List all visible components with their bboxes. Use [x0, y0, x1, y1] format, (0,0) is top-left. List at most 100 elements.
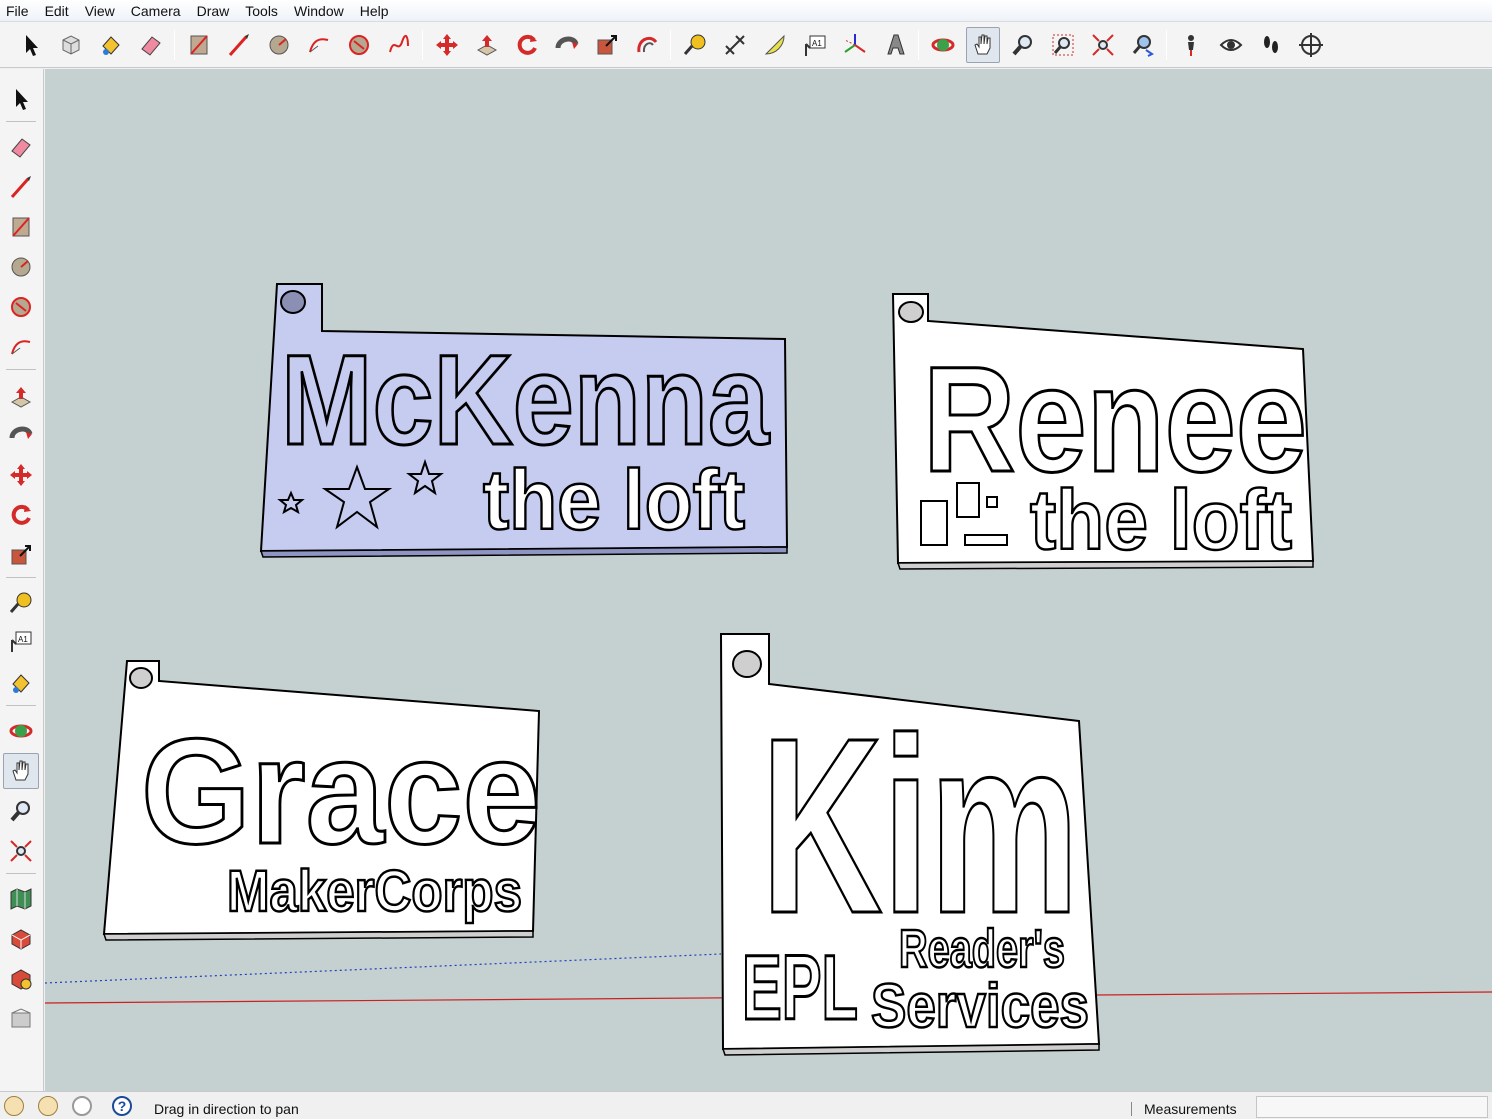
extension-warehouse-icon	[11, 1008, 31, 1028]
modeling-viewport[interactable]: McKenna the loft Renee the loft Grace Ma…	[45, 69, 1492, 1091]
tape-measure-icon	[9, 592, 32, 613]
zoom-button-left[interactable]	[3, 793, 39, 829]
text-button[interactable]: A1	[798, 27, 832, 63]
orbit-button-left[interactable]	[3, 713, 39, 749]
zoom-button[interactable]	[1006, 27, 1040, 63]
toolbar-separator	[1166, 30, 1167, 60]
axes-button[interactable]	[838, 27, 872, 63]
tape-measure-button[interactable]	[678, 27, 712, 63]
walk-button[interactable]	[1254, 27, 1288, 63]
rectangle-icon	[12, 217, 30, 237]
scale-icon	[11, 545, 31, 565]
polygon-button-left[interactable]	[3, 289, 39, 325]
credits-icon[interactable]	[38, 1096, 58, 1116]
scale-button[interactable]	[590, 27, 624, 63]
menu-view[interactable]: View	[77, 0, 123, 22]
measurements-input[interactable]	[1256, 1096, 1488, 1118]
circle-button[interactable]	[262, 27, 296, 63]
circle-button-left[interactable]	[3, 249, 39, 285]
move-icon	[436, 34, 458, 56]
push-pull-icon	[10, 387, 32, 408]
push-pull-button[interactable]	[470, 27, 504, 63]
tag-mckenna[interactable]: McKenna the loft	[259, 283, 789, 558]
tag-renee[interactable]: Renee the loft	[891, 293, 1315, 570]
select-tool-button[interactable]	[14, 27, 48, 63]
menu-camera[interactable]: Camera	[123, 0, 189, 22]
rotate-icon	[517, 34, 537, 55]
geo-location-icon[interactable]	[4, 1096, 24, 1116]
scene-canvas[interactable]: McKenna the loft Renee the loft Grace Ma…	[45, 69, 1492, 1091]
rectangle-button[interactable]	[182, 27, 216, 63]
follow-me-button[interactable]	[550, 27, 584, 63]
arc-button-left[interactable]	[3, 329, 39, 365]
offset-button[interactable]	[630, 27, 664, 63]
dimension-button[interactable]	[718, 27, 752, 63]
previous-view-button[interactable]	[1126, 27, 1160, 63]
protractor-button[interactable]	[758, 27, 792, 63]
section-plane-icon	[1299, 33, 1323, 57]
tape-measure-button-left[interactable]	[3, 585, 39, 621]
tag-kim[interactable]: Kim EPL Reader's Services	[719, 633, 1101, 1056]
line-button[interactable]	[222, 27, 256, 63]
3d-warehouse-button[interactable]	[3, 921, 39, 957]
rotate-button-left[interactable]	[3, 497, 39, 533]
menu-file[interactable]: File	[0, 0, 37, 22]
menu-tools[interactable]: Tools	[237, 0, 286, 22]
tag-grace[interactable]: Grace MakerCorps	[102, 660, 543, 941]
move-button-left[interactable]	[3, 457, 39, 493]
block-shape	[986, 496, 998, 508]
arc-icon	[11, 340, 31, 355]
user-account-icon[interactable]	[72, 1096, 92, 1116]
select-tool-button-left[interactable]	[3, 81, 39, 117]
position-camera-button[interactable]	[1174, 27, 1208, 63]
tag-kim-readers: Reader's	[899, 919, 1065, 979]
zoom-extents-button-left[interactable]	[3, 833, 39, 869]
axes-icon	[844, 34, 866, 53]
look-around-icon	[1219, 39, 1243, 51]
line-button-left[interactable]	[3, 169, 39, 205]
add-location-button[interactable]	[3, 881, 39, 917]
push-pull-button-left[interactable]	[3, 379, 39, 415]
freehand-button[interactable]	[382, 27, 416, 63]
eraser-button[interactable]	[134, 27, 168, 63]
text-button-left[interactable]: A1	[3, 623, 39, 659]
look-around-button[interactable]	[1214, 27, 1248, 63]
pan-icon	[974, 34, 991, 55]
toolbar-separator	[6, 705, 36, 706]
paint-bucket-button[interactable]	[94, 27, 128, 63]
extension-warehouse-button[interactable]	[3, 1001, 39, 1037]
eraser-button-left[interactable]	[3, 129, 39, 165]
paint-bucket-icon	[12, 674, 30, 693]
push-pull-icon	[476, 35, 498, 56]
polygon-button[interactable]	[342, 27, 376, 63]
toolbar-separator	[918, 30, 919, 60]
status-bar: ? Drag in direction to pan Measurements	[0, 1091, 1492, 1119]
pan-button-left[interactable]	[3, 753, 39, 789]
instructor-help-icon[interactable]: ?	[112, 1096, 132, 1116]
follow-me-button-left[interactable]	[3, 417, 39, 453]
zoom-extents-button[interactable]	[1086, 27, 1120, 63]
move-button[interactable]	[430, 27, 464, 63]
rectangle-button-left[interactable]	[3, 209, 39, 245]
toolbar-separator	[422, 30, 423, 60]
move-icon	[10, 464, 32, 486]
arc-button[interactable]	[302, 27, 336, 63]
rotate-button[interactable]	[510, 27, 544, 63]
make-component-button[interactable]	[54, 27, 88, 63]
section-plane-button[interactable]	[1294, 27, 1328, 63]
zoom-window-icon	[1052, 34, 1074, 56]
orbit-button[interactable]	[926, 27, 960, 63]
paint-bucket-icon	[102, 36, 120, 55]
share-model-button[interactable]	[3, 961, 39, 997]
zoom-window-button[interactable]	[1046, 27, 1080, 63]
paint-bucket-button-left[interactable]	[3, 665, 39, 701]
scale-button-left[interactable]	[3, 537, 39, 573]
menu-help[interactable]: Help	[352, 0, 397, 22]
offset-icon	[637, 36, 658, 53]
menu-edit[interactable]: Edit	[37, 0, 77, 22]
toolbar-separator	[174, 30, 175, 60]
menu-draw[interactable]: Draw	[189, 0, 238, 22]
pan-button[interactable]	[966, 27, 1000, 63]
3d-text-button[interactable]	[878, 27, 912, 63]
menu-window[interactable]: Window	[286, 0, 352, 22]
